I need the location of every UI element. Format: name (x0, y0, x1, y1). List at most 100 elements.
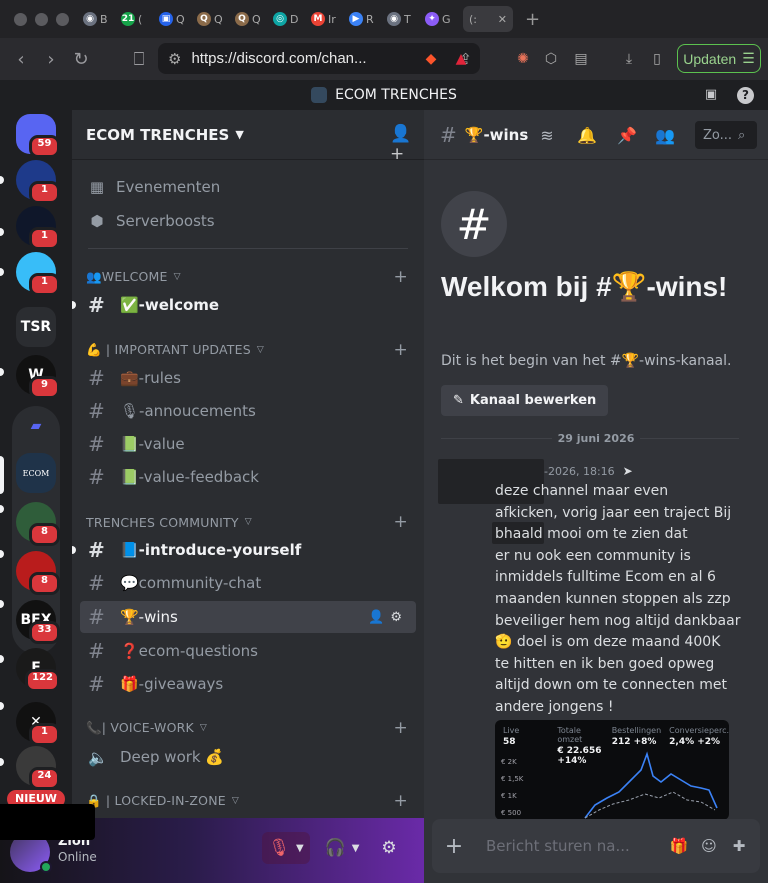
channel-value[interactable]: # 📗-value (80, 428, 416, 460)
server-icon-0[interactable]: 59 (16, 114, 60, 158)
server-boosts-link[interactable]: ⬢ Serverboosts (80, 206, 416, 236)
browser-tab[interactable]: QQ (197, 6, 227, 32)
bell-icon[interactable]: 🔔 (577, 126, 597, 146)
category-important-updates[interactable]: 💪 | IMPORTANT UPDATES ▽ + (80, 340, 416, 360)
browser-tab[interactable]: ◎ D (273, 6, 303, 32)
member-list-icon[interactable]: 👥 (655, 126, 675, 146)
deafen-button[interactable]: 🎧 ▼ (318, 832, 366, 864)
download-icon[interactable]: ⤓ (620, 50, 638, 68)
add-channel-icon[interactable]: + (394, 791, 408, 811)
server-icon-8[interactable]: 8 (16, 502, 60, 546)
new-tab-button[interactable]: + (525, 9, 540, 30)
sidebar-toggle-icon[interactable]: ▯ (648, 50, 666, 68)
browser-tab[interactable]: QQ (235, 6, 265, 32)
gift-icon[interactable]: 🎁 (664, 837, 694, 855)
help-icon[interactable]: ? (737, 87, 754, 104)
mute-button[interactable]: 🎙 ▼ (262, 832, 310, 864)
bookmark-icon[interactable]: ⎕ (124, 49, 154, 70)
channel-actions[interactable]: 👤⚙ (368, 610, 408, 625)
server-icon-11[interactable]: E 122 (16, 648, 60, 692)
server-icon-9[interactable]: 8 (16, 551, 60, 595)
add-channel-icon[interactable]: + (394, 718, 408, 738)
channel-giveaways[interactable]: # 🎁-giveaways (80, 668, 416, 700)
update-label: Updaten (683, 50, 737, 67)
server-icon-5[interactable]: W9 (16, 355, 60, 399)
server-icon-2[interactable]: 1 (16, 206, 60, 250)
channel-value-feedback[interactable]: # 📗-value-feedback (80, 461, 416, 493)
browser-tab[interactable]: ▣ Q (159, 6, 189, 32)
close-window-button[interactable] (14, 12, 27, 26)
emoji-icon[interactable]: ☺ (694, 837, 724, 855)
server-icon-3[interactable]: 1 (16, 252, 60, 296)
browser-toolbar: ‹ › ↻ ⎕ ⚙ https://discord.com/chan... ⇪ … (0, 38, 768, 80)
server-icon-1[interactable]: 1 (16, 160, 60, 204)
mouse-cursor-icon: ➤ (622, 464, 633, 478)
site-settings-icon[interactable]: ⚙ (168, 50, 181, 68)
reload-icon[interactable]: ↻ (66, 49, 96, 70)
browser-tab-active[interactable]: (: ✕ (463, 6, 513, 32)
forward-icon[interactable]: › (36, 49, 66, 70)
channel-rules[interactable]: # 💼-rules (80, 362, 416, 394)
screenshot-icon[interactable]: ▤ (572, 50, 590, 68)
chevron-down-icon[interactable]: ▼ (296, 843, 304, 854)
edit-channel-button[interactable]: ✎ Kanaal bewerken (441, 385, 609, 416)
threads-icon[interactable]: ≋ (537, 126, 557, 146)
add-channel-icon[interactable]: + (394, 512, 408, 532)
message-composer[interactable]: + Bericht sturen na... 🎁 ☺ ✚ (432, 819, 760, 873)
channel-label: Deep work 💰 (120, 748, 225, 766)
inbox-icon[interactable]: ▣ (702, 87, 720, 103)
channel-annoucements[interactable]: # 🎙-annoucements (80, 395, 416, 427)
add-channel-icon[interactable]: + (394, 267, 408, 287)
brave-rewards-icon[interactable]: ▲ (452, 50, 470, 68)
extensions-icon[interactable]: ⬡ (542, 50, 560, 68)
server-icon-13[interactable]: 24 (16, 746, 60, 790)
settings-gear-icon[interactable]: ⚙ (390, 610, 408, 625)
channel-community-chat[interactable]: # 💬community-chat (80, 567, 416, 599)
minimize-window-button[interactable] (35, 12, 48, 26)
close-tab-icon[interactable]: ✕ (498, 13, 507, 26)
search-input[interactable]: Zo... ⌕ (695, 121, 757, 149)
update-button[interactable]: Updaten ☰ (677, 44, 761, 73)
browser-tab[interactable]: M Ir (311, 6, 341, 32)
browser-tab[interactable]: ▶ R (349, 6, 379, 32)
browser-tab[interactable]: ◉ T (387, 6, 417, 32)
invite-people-icon[interactable]: 👤+ (390, 124, 412, 164)
server-icon-4[interactable]: TSR (16, 307, 56, 347)
pin-icon[interactable]: 📌 (617, 126, 637, 146)
add-channel-icon[interactable]: + (394, 340, 408, 360)
user-settings-button[interactable]: ⚙ (374, 832, 404, 864)
channel-introduce-yourself[interactable]: # 📘-introduce-yourself (80, 534, 416, 566)
browser-tab[interactable]: 21( (121, 6, 151, 32)
window-controls[interactable] (14, 12, 69, 26)
composer-input[interactable]: Bericht sturen na... (486, 837, 664, 855)
unread-indicator (0, 655, 4, 663)
events-link[interactable]: ▦ Evenementen (80, 172, 416, 202)
brave-shield-icon[interactable]: ◆ (422, 50, 440, 68)
category-voice-work[interactable]: 📞| VOICE-WORK ▽ + (80, 718, 416, 738)
url-text[interactable]: https://discord.com/chan... (191, 50, 449, 67)
browser-tab[interactable]: ◉ B (83, 6, 113, 32)
chevron-down-icon[interactable]: ▼ (352, 843, 360, 854)
channel-wins[interactable]: # 🏆-wins 👤⚙ (80, 601, 416, 633)
category-trenches-community[interactable]: TRENCHES COMMUNITY ▽ + (80, 512, 416, 532)
channel-ecom-questions[interactable]: # ❓ecom-questions (80, 635, 416, 667)
server-header[interactable]: ECOM TRENCHES ▼ (72, 110, 424, 160)
chevron-down-icon: ▽ (244, 517, 252, 527)
attach-plus-icon[interactable]: + (432, 834, 476, 859)
back-icon[interactable]: ‹ (6, 49, 36, 70)
channel-deep-work[interactable]: 🔈 Deep work 💰 (80, 741, 416, 773)
channel-welcome[interactable]: # ✅-welcome (80, 289, 416, 321)
zoom-window-button[interactable] (56, 12, 69, 26)
category-locked-in-zone[interactable]: 🔒 | LOCKED-IN-ZONE ▽ + (80, 791, 416, 811)
extension-burst-icon[interactable]: ✺ (514, 50, 532, 68)
browser-tab[interactable]: ✦ G (425, 6, 455, 32)
category-welcome[interactable]: 👥WELCOME ▽ + (80, 267, 416, 287)
server-icon-10[interactable]: BFX 33 (16, 600, 60, 644)
server-icon-6[interactable]: ▰ (16, 406, 56, 446)
server-icon-7[interactable]: ECOM (16, 453, 56, 493)
message-attachment-image[interactable]: Live 58 Totale omzet € 22.656 +14% Bestellin… (495, 720, 729, 820)
channel-label: 📗-value-feedback (120, 468, 259, 486)
server-icon-12[interactable]: ✕ 1 (16, 702, 60, 746)
invite-icon[interactable]: 👤 (368, 610, 390, 625)
apps-icon[interactable]: ✚ (724, 837, 754, 855)
